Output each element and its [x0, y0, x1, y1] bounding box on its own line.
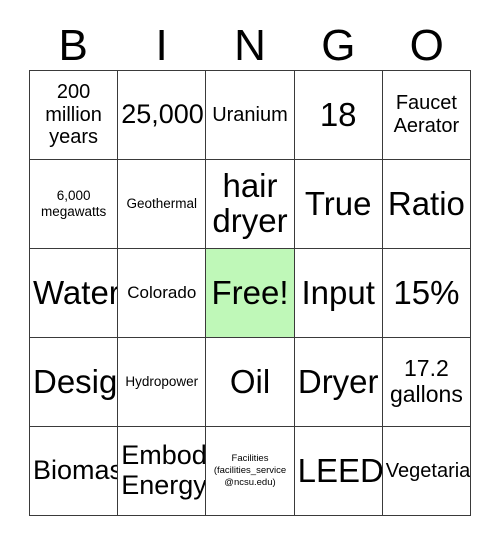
bingo-square[interactable]: Embodied Energy	[118, 427, 207, 516]
bingo-square[interactable]: Colorado	[118, 249, 207, 338]
bingo-square-label: Water	[33, 273, 119, 311]
bingo-square-label: Design	[33, 362, 118, 400]
bingo-square-label: Hydropower	[125, 373, 199, 389]
bingo-header-letter-b: B	[58, 21, 88, 70]
bingo-square[interactable]: Ratio	[382, 160, 471, 249]
bingo-square[interactable]: LEED	[294, 427, 383, 516]
bingo-square[interactable]: Water	[30, 249, 119, 338]
bingo-square[interactable]: Vegetarian	[382, 427, 471, 516]
bingo-header-row: B I N G O	[29, 14, 471, 70]
bingo-square-label: Oil	[229, 362, 271, 400]
bingo-square[interactable]: 200 million years	[30, 71, 119, 160]
bingo-square-label: hair dryer	[212, 167, 288, 239]
bingo-square[interactable]: hair dryer	[206, 160, 295, 249]
bingo-square-label: Faucet Aerator	[393, 92, 460, 137]
bingo-card: B I N G O 200 million years 25,000 Uranium…	[0, 0, 500, 544]
bingo-header-letter-o: O	[409, 21, 444, 70]
bingo-square[interactable]: 17.2 gallons	[382, 338, 471, 427]
bingo-square-label: Geothermal	[126, 195, 198, 211]
bingo-square[interactable]: 6,000 megawatts	[30, 160, 119, 249]
bingo-square[interactable]: Oil	[206, 338, 295, 427]
bingo-square[interactable]: Uranium	[206, 71, 295, 160]
bingo-square[interactable]: 18	[294, 71, 383, 160]
bingo-square-label: Vegetarian	[385, 459, 471, 482]
bingo-header-letter-n: N	[234, 21, 266, 70]
bingo-square[interactable]: Input	[294, 249, 383, 338]
bingo-square-label: Uranium	[212, 103, 288, 126]
bingo-header-letter-g: G	[321, 21, 356, 70]
bingo-square[interactable]: True	[294, 160, 383, 249]
bingo-square-label: Facilities (facilities_service @ncsu.edu…	[213, 453, 287, 488]
bingo-square[interactable]: Geothermal	[118, 160, 207, 249]
bingo-square-label: 25,000	[121, 99, 204, 130]
bingo-square-label: Input	[301, 273, 375, 311]
bingo-free-space[interactable]: Free!	[206, 249, 295, 338]
bingo-square-label: 6,000 megawatts	[40, 187, 107, 219]
bingo-square[interactable]: Biomass	[30, 427, 119, 516]
bingo-grid: 200 million years 25,000 Uranium 18 Faucet A…	[29, 70, 471, 516]
bingo-square[interactable]: Dryer	[294, 338, 383, 427]
bingo-square[interactable]: Hydropower	[118, 338, 207, 427]
bingo-header-letter-i: I	[155, 21, 168, 70]
bingo-square[interactable]: Facilities (facilities_service @ncsu.edu…	[206, 427, 295, 516]
bingo-square-label: Dryer	[297, 362, 379, 400]
bingo-square-label: Free!	[211, 273, 289, 311]
bingo-square-label: Biomass	[33, 455, 117, 486]
bingo-square[interactable]: Faucet Aerator	[382, 71, 471, 160]
bingo-square-label: 200 million years	[45, 80, 102, 149]
bingo-square[interactable]: Design	[30, 338, 119, 427]
bingo-square-label: LEED	[297, 451, 383, 489]
bingo-square-label: Colorado	[127, 283, 197, 303]
bingo-square-label: 15%	[393, 273, 460, 311]
bingo-square-label: True	[304, 184, 372, 222]
bingo-square-label: 17.2 gallons	[389, 355, 463, 407]
bingo-square-label: Embodied Energy	[121, 440, 207, 500]
bingo-square[interactable]: 25,000	[118, 71, 207, 160]
bingo-square[interactable]: 15%	[382, 249, 471, 338]
bingo-square-label: Ratio	[387, 184, 465, 222]
bingo-square-label: 18	[319, 95, 357, 133]
